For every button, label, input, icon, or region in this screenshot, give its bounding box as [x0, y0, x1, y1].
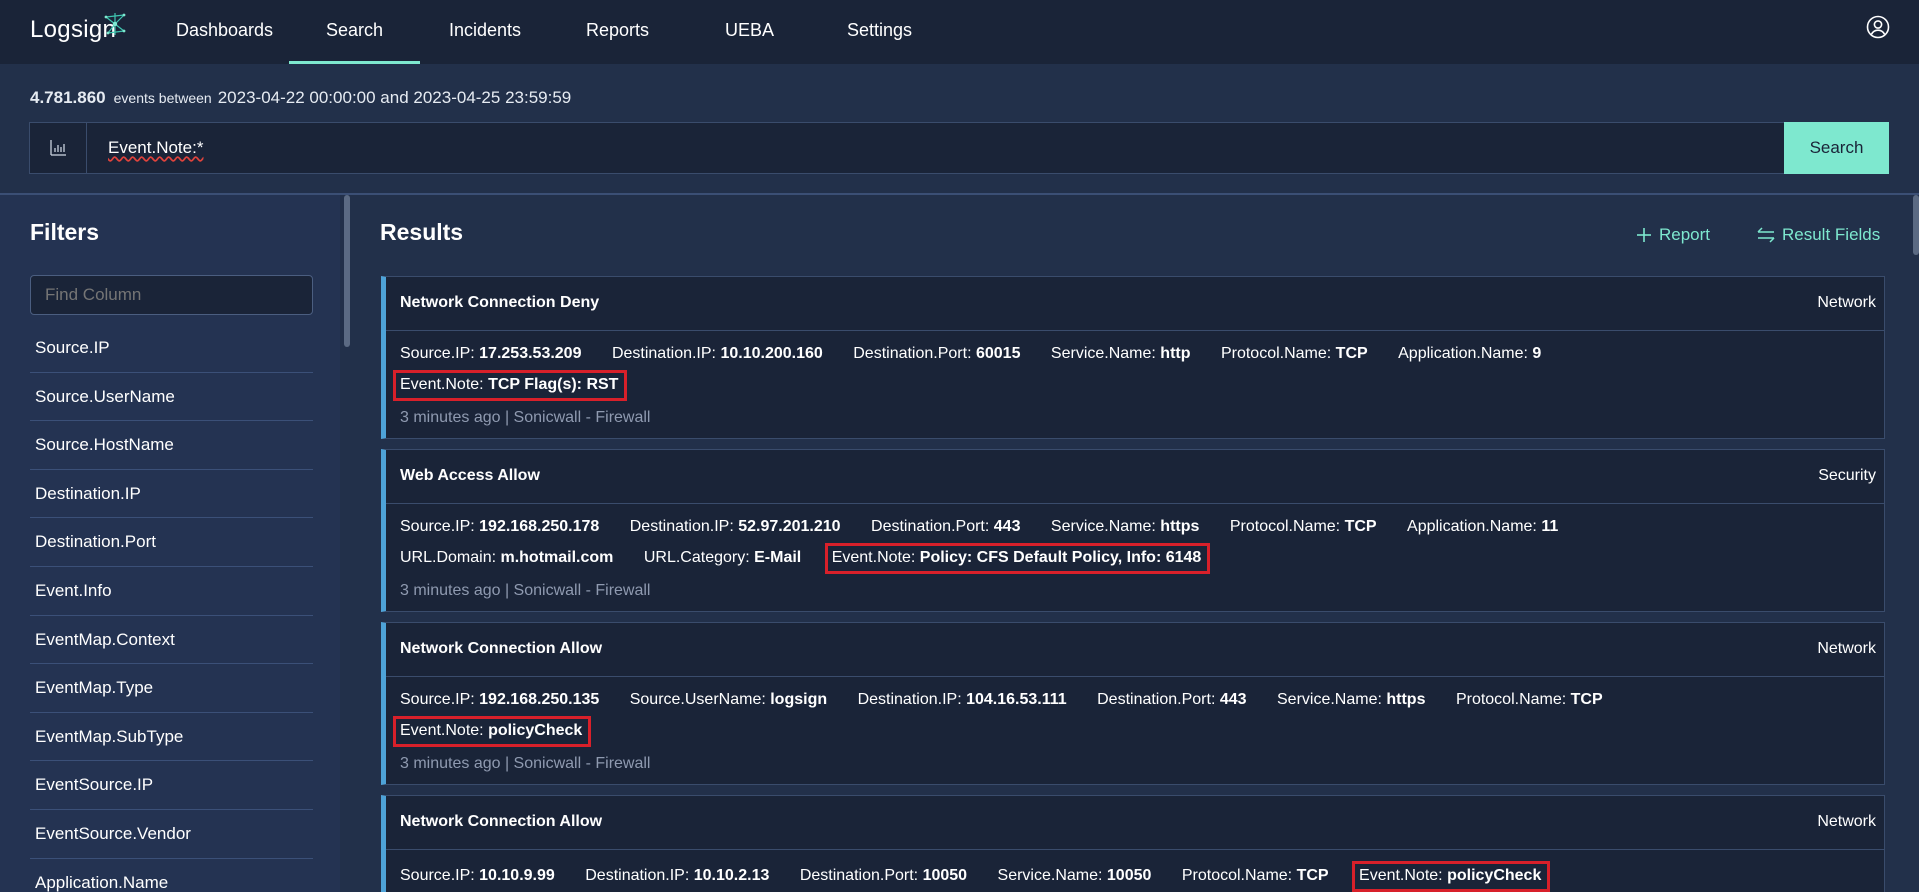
plus-icon: [1637, 228, 1651, 242]
nav-incidents[interactable]: Incidents: [449, 20, 521, 41]
filter-item-source-hostname[interactable]: Source.HostName: [30, 421, 313, 470]
card-meta: 3 minutes ago | Sonicwall - Firewall: [400, 755, 651, 772]
network-node-icon: [104, 13, 126, 35]
field-protocol-name[interactable]: Protocol.Name: TCP: [1182, 867, 1329, 885]
search-query-input[interactable]: Event.Note:*: [108, 138, 203, 158]
field-destination-port[interactable]: Destination.Port: 443: [871, 518, 1020, 536]
field-destination-port[interactable]: Destination.Port: 443: [1097, 691, 1246, 709]
card-category: Network: [1817, 813, 1876, 830]
filter-item-application-name[interactable]: Application.Name: [30, 859, 313, 892]
field-source-ip[interactable]: Source.IP: 10.10.9.99: [400, 867, 555, 885]
filter-item-event-info[interactable]: Event.Info: [30, 567, 313, 616]
field-protocol-name[interactable]: Protocol.Name: TCP: [1221, 345, 1368, 363]
field-service-name[interactable]: Service.Name: http: [1051, 345, 1191, 363]
card-category: Security: [1818, 467, 1876, 484]
event-count-summary: 4.781.860 events between 2023-04-22 00:00:…: [30, 88, 571, 108]
field-destination-ip[interactable]: Destination.IP: 104.16.53.111: [858, 691, 1067, 709]
field-destination-port[interactable]: Destination.Port: 10050: [800, 867, 967, 885]
report-button[interactable]: Report: [1636, 225, 1710, 245]
card-title: Network Connection Allow: [400, 640, 603, 657]
filter-item-eventsource-vendor[interactable]: EventSource.Vendor: [30, 810, 313, 859]
field-event-note-highlighted[interactable]: Event.Note: policyCheck: [392, 716, 592, 747]
filter-item-eventmap-context[interactable]: EventMap.Context: [30, 616, 313, 665]
field-service-name[interactable]: Service.Name: https: [1051, 518, 1199, 536]
filter-item-destination-ip[interactable]: Destination.IP: [30, 470, 313, 519]
card-body: Source.IP: 192.168.250.135 Source.UserNa…: [386, 677, 1884, 773]
date-range[interactable]: 2023-04-22 00:00:00 and 2023-04-25 23:59…: [218, 88, 572, 107]
nav-dashboards[interactable]: Dashboards: [176, 20, 273, 41]
card-title: Network Connection Allow: [400, 813, 603, 830]
card-body: Source.IP: 10.10.9.99 Destination.IP: 10…: [386, 850, 1884, 892]
result-card[interactable]: Network Connection Allow Network Source.…: [381, 622, 1885, 785]
top-navbar: Logsign Dashboards Search Incidents Repo…: [0, 0, 1919, 64]
filter-item-eventmap-subtype[interactable]: EventMap.SubType: [30, 713, 313, 762]
field-application-name[interactable]: Application.Name: 11: [1407, 518, 1558, 536]
field-destination-ip[interactable]: Destination.IP: 10.10.200.160: [612, 345, 823, 363]
between-label: events between: [113, 90, 212, 106]
search-bar: Event.Note:* Search: [29, 122, 1889, 174]
field-destination-port[interactable]: Destination.Port: 60015: [853, 345, 1020, 363]
field-source-ip[interactable]: Source.IP: 17.253.53.209: [400, 345, 581, 363]
field-protocol-name[interactable]: Protocol.Name: TCP: [1456, 691, 1603, 709]
filter-item-source-ip[interactable]: Source.IP: [30, 324, 313, 373]
card-header: Web Access Allow Security: [386, 450, 1884, 504]
field-event-note-highlighted[interactable]: Event.Note: TCP Flag(s): RST: [392, 370, 628, 401]
field-destination-ip[interactable]: Destination.IP: 52.97.201.210: [630, 518, 841, 536]
result-card[interactable]: Web Access Allow Security Source.IP: 192…: [381, 449, 1885, 612]
nav-search[interactable]: Search: [326, 20, 383, 41]
report-label: Report: [1659, 225, 1711, 244]
card-title: Network Connection Deny: [400, 294, 600, 311]
card-header: Network Connection Allow Network: [386, 623, 1884, 677]
field-source-username[interactable]: Source.UserName: logsign: [630, 691, 827, 709]
field-destination-ip[interactable]: Destination.IP: 10.10.2.13: [585, 867, 769, 885]
filters-panel: Filters Source.IP Source.UserName Source…: [0, 195, 340, 892]
card-category: Network: [1817, 640, 1876, 657]
field-application-name[interactable]: Application.Name: 9: [1398, 345, 1541, 363]
filter-column-list: Source.IP Source.UserName Source.HostNam…: [30, 324, 313, 892]
result-card[interactable]: Network Connection Allow Network Source.…: [381, 795, 1885, 892]
card-body: Source.IP: 17.253.53.209 Destination.IP:…: [386, 331, 1884, 427]
card-body: Source.IP: 192.168.250.178 Destination.I…: [386, 504, 1884, 600]
card-header: Network Connection Allow Network: [386, 796, 1884, 850]
filters-scrollbar[interactable]: [344, 195, 350, 347]
field-protocol-name[interactable]: Protocol.Name: TCP: [1230, 518, 1377, 536]
filter-item-eventsource-ip[interactable]: EventSource.IP: [30, 761, 313, 810]
chart-toggle-button[interactable]: [30, 123, 87, 173]
filter-item-eventmap-type[interactable]: EventMap.Type: [30, 664, 313, 713]
find-column-input[interactable]: [30, 275, 313, 315]
result-fields-label: Result Fields: [1782, 225, 1881, 244]
field-url-category[interactable]: URL.Category: E-Mail: [644, 549, 801, 567]
card-category: Network: [1817, 294, 1876, 311]
field-service-name[interactable]: Service.Name: https: [1277, 691, 1425, 709]
filters-title: Filters: [30, 219, 100, 245]
bar-chart-icon: [50, 140, 66, 156]
result-fields-button[interactable]: Result Fields: [1757, 225, 1880, 245]
user-circle-icon[interactable]: [1866, 15, 1890, 39]
field-url-domain[interactable]: URL.Domain: m.hotmail.com: [400, 549, 613, 567]
field-service-name[interactable]: Service.Name: 10050: [998, 867, 1152, 885]
card-header: Network Connection Deny Network: [386, 277, 1884, 331]
results-scrollbar[interactable]: [1913, 195, 1919, 255]
filter-item-destination-port[interactable]: Destination.Port: [30, 518, 313, 567]
nav-settings[interactable]: Settings: [847, 20, 912, 41]
field-source-ip[interactable]: Source.IP: 192.168.250.178: [400, 518, 599, 536]
filter-item-source-username[interactable]: Source.UserName: [30, 373, 313, 422]
search-query-text: Event.Note:*: [108, 138, 204, 157]
nav-reports[interactable]: Reports: [586, 20, 649, 41]
card-meta: 3 minutes ago | Sonicwall - Firewall: [400, 582, 651, 599]
nav-active-indicator: [289, 61, 420, 64]
card-meta: 3 minutes ago | Sonicwall - Firewall: [400, 409, 651, 426]
search-button[interactable]: Search: [1784, 122, 1889, 174]
swap-arrows-icon: [1757, 227, 1775, 243]
result-card[interactable]: Network Connection Deny Network Source.I…: [381, 276, 1885, 439]
event-count: 4.781.860: [30, 88, 106, 107]
card-title: Web Access Allow: [400, 467, 540, 484]
field-event-note-highlighted[interactable]: Event.Note: Policy: CFS Default Policy, …: [824, 543, 1211, 574]
field-event-note-highlighted[interactable]: Event.Note: policyCheck: [1352, 861, 1551, 892]
nav-ueba[interactable]: UEBA: [725, 20, 774, 41]
results-title: Results: [380, 219, 464, 245]
field-source-ip[interactable]: Source.IP: 192.168.250.135: [400, 691, 599, 709]
